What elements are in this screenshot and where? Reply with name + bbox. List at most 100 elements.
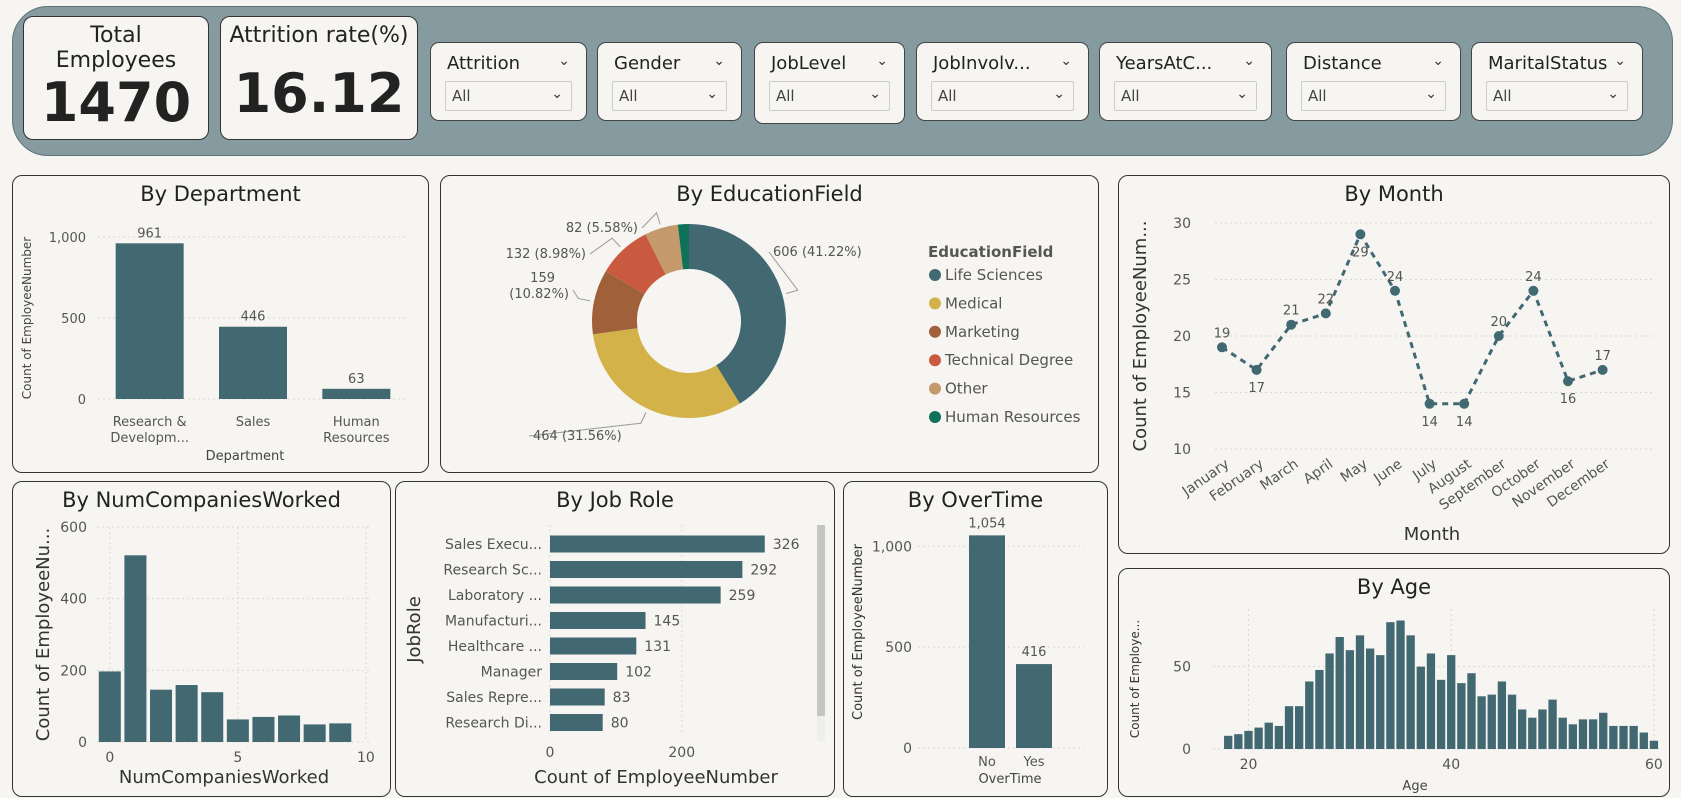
- y-tick-label: Laboratory ...: [448, 588, 542, 604]
- data-label: 961: [137, 226, 162, 241]
- panel-by-educationfield: By EducationField 606 (41.22%) 464 (31.56…: [440, 175, 1099, 473]
- scrollbar-thumb[interactable]: [817, 525, 825, 716]
- slicer-dropdown[interactable]: All ⌄: [1486, 81, 1628, 111]
- leader-line: [589, 237, 621, 255]
- bar: [278, 715, 301, 742]
- slicer-value: All: [776, 87, 795, 105]
- y-axis-label: Count of EmployeeNum...: [1130, 221, 1151, 452]
- bar: [115, 243, 184, 399]
- chevron-down-icon[interactable]: ⌄: [1432, 53, 1444, 69]
- y-axis-label: JobRole: [404, 596, 425, 664]
- y-tick-label: 0: [1182, 742, 1191, 758]
- x-tick-label: No: [978, 755, 996, 770]
- slicer-dropdown[interactable]: All ⌄: [1301, 81, 1446, 111]
- bar: [1599, 712, 1608, 749]
- data-label: 82 (5.58%): [566, 221, 638, 236]
- x-tick-label: 0: [546, 745, 555, 761]
- x-axis-label: Department: [206, 449, 285, 464]
- bar: [329, 723, 352, 742]
- x-tick-label: 20: [1240, 757, 1258, 773]
- slicer-title: Attrition: [447, 53, 520, 74]
- slicer-yearsatc[interactable]: YearsAtC... ⌄ All ⌄: [1099, 42, 1272, 121]
- x-axis-label: Month: [1404, 524, 1460, 545]
- x-tick-label: Yes: [1023, 755, 1045, 770]
- x-tick-label: Developm...: [110, 431, 189, 446]
- x-tick-label: 200: [668, 745, 695, 761]
- bar: [1416, 666, 1425, 749]
- data-label: 446: [241, 310, 266, 325]
- data-label: 20: [1491, 315, 1508, 330]
- bar: [1467, 673, 1476, 749]
- bar: [1264, 722, 1273, 749]
- bar: [1619, 725, 1628, 749]
- bar: [1315, 669, 1324, 749]
- slicer-value: All: [1121, 87, 1140, 105]
- data-label: 132 (8.98%): [506, 247, 586, 262]
- jobrole-bar-chart: 0 200 326 Sales Execu... 292 Research Sc... 25…: [404, 525, 825, 788]
- y-tick-label: 30: [1173, 216, 1191, 232]
- y-tick-label: 600: [60, 520, 87, 536]
- bar: [1325, 653, 1334, 749]
- legend-label: Other: [945, 380, 988, 398]
- bar: [1436, 679, 1446, 749]
- slicer-dropdown[interactable]: All ⌄: [769, 81, 890, 111]
- slicer-gender[interactable]: Gender ⌄ All ⌄: [597, 42, 742, 121]
- slicer-title: MaritalStatus: [1488, 53, 1608, 74]
- bar: [550, 714, 603, 731]
- bar: [1518, 709, 1527, 749]
- slicer-value: All: [1308, 87, 1327, 105]
- bar: [1365, 648, 1375, 749]
- slicer-title: JobLevel: [771, 53, 847, 74]
- educationfield-donut-chart: 606 (41.22%) 464 (31.56%) 159(10.82%) 132 (…: [506, 211, 1081, 444]
- slicer-title: Gender: [614, 53, 681, 74]
- overtime-bar-chart: 0 500 1,000 Count of EmployeeNumber 1,054 No 4…: [851, 516, 1084, 787]
- slicer-dropdown[interactable]: All ⌄: [612, 81, 727, 111]
- panel-by-age: By Age 0 50 20 40 60 Count of Employe... Age: [1118, 568, 1670, 797]
- y-tick-label: Manager: [481, 665, 543, 681]
- bar: [226, 719, 249, 742]
- slicer-jobinvolv[interactable]: JobInvolv... ⌄ All ⌄: [916, 42, 1089, 121]
- bar: [1396, 620, 1405, 749]
- y-tick-label: 10: [1173, 442, 1191, 458]
- x-tick-label: Resources: [323, 431, 390, 446]
- bar: [550, 535, 765, 553]
- chevron-down-icon: ⌄: [706, 86, 718, 102]
- chevron-down-icon[interactable]: ⌄: [1243, 53, 1255, 69]
- data-label: 17: [1248, 381, 1265, 396]
- chevron-down-icon: ⌄: [1607, 86, 1619, 102]
- bar: [550, 663, 618, 680]
- chevron-down-icon[interactable]: ⌄: [558, 53, 570, 69]
- chevron-down-icon[interactable]: ⌄: [1614, 53, 1626, 69]
- chevron-down-icon[interactable]: ⌄: [713, 53, 725, 69]
- chevron-down-icon: ⌄: [1053, 86, 1065, 102]
- numcompanies-bar-chart: 0 200 400 600 0 5 10 Count of EmployeeNu... NumC…: [33, 520, 375, 788]
- slicer-dropdown[interactable]: All ⌄: [445, 81, 572, 111]
- chevron-down-icon: ⌄: [1425, 86, 1437, 102]
- chevron-down-icon: ⌄: [551, 86, 563, 102]
- kpi-total-employees-label-2: Employees: [55, 48, 177, 73]
- slicer-attrition[interactable]: Attrition ⌄ All ⌄: [430, 42, 587, 121]
- slicer-joblevel[interactable]: JobLevel ⌄ All ⌄: [754, 42, 905, 124]
- bar: [1254, 727, 1263, 749]
- data-label: 326: [773, 537, 800, 553]
- bar: [1426, 653, 1436, 749]
- slicer-dropdown[interactable]: All ⌄: [931, 81, 1074, 111]
- bar: [1497, 681, 1507, 749]
- slicer-maritalstatus[interactable]: MaritalStatus ⌄ All ⌄: [1471, 42, 1643, 121]
- data-label: 63: [348, 372, 365, 387]
- bar: [1244, 730, 1253, 749]
- bar: [1649, 740, 1659, 749]
- slicer-dropdown[interactable]: All ⌄: [1114, 81, 1257, 111]
- slicer-value: All: [1493, 87, 1512, 105]
- chevron-down-icon[interactable]: ⌄: [1060, 53, 1072, 69]
- bar: [303, 724, 326, 742]
- chevron-down-icon[interactable]: ⌄: [876, 53, 888, 69]
- slicer-title: Distance: [1303, 53, 1382, 74]
- slicer-distance[interactable]: Distance ⌄ All ⌄: [1286, 42, 1461, 121]
- data-point: [1459, 398, 1470, 409]
- slicer-title: YearsAtC...: [1116, 53, 1213, 74]
- kpi-attrition-rate-value: 16.12: [233, 62, 405, 125]
- bar: [1477, 696, 1486, 749]
- legend-marker: [929, 269, 941, 281]
- data-point: [1493, 331, 1504, 341]
